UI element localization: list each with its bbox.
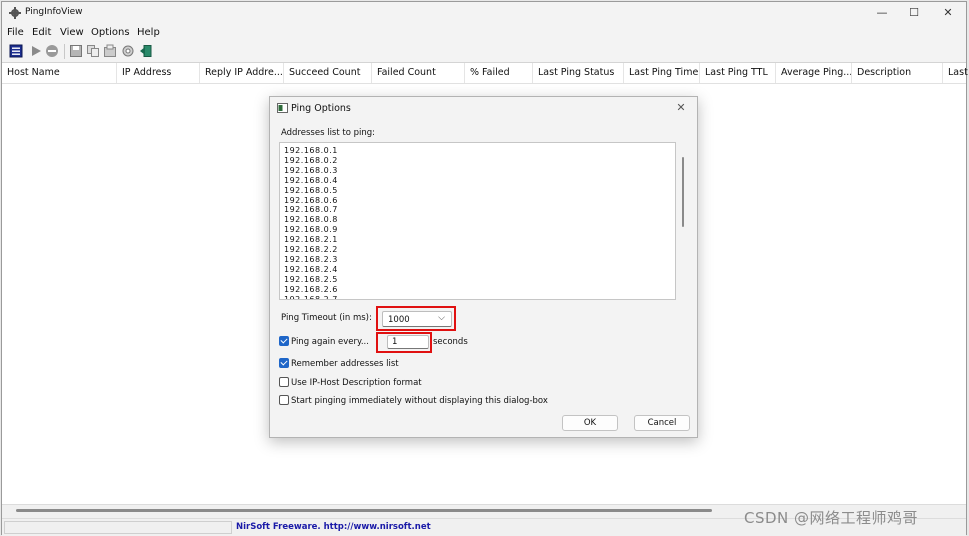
menu-view[interactable]: View — [60, 27, 84, 38]
app-icon — [9, 7, 21, 19]
play-icon[interactable] — [29, 44, 43, 58]
address-line: 192.168.2.7 — [284, 294, 338, 300]
addresses-label: Addresses list to ping: — [281, 128, 376, 138]
column-last-ping-ttl[interactable]: Last Ping TTL — [700, 63, 776, 83]
address-line: 192.168.0.8 — [284, 215, 338, 225]
column-description[interactable]: Description — [852, 63, 943, 83]
column-last-ping-status[interactable]: Last Ping Status — [533, 63, 624, 83]
cancel-button[interactable]: Cancel — [634, 415, 690, 431]
interval-highlight-box — [376, 332, 432, 353]
address-line: 192.168.0.9 — [284, 225, 338, 235]
exit-icon[interactable] — [139, 44, 153, 58]
toolbar-separator — [64, 44, 65, 59]
address-line: 192.168.0.4 — [284, 175, 338, 185]
window-title: PingInfoView — [25, 7, 83, 17]
address-line: 192.168.0.2 — [284, 155, 338, 165]
address-line: 192.168.0.3 — [284, 165, 338, 175]
seconds-label: seconds — [433, 337, 468, 347]
status-cell-count — [4, 521, 232, 534]
options-icon[interactable] — [121, 44, 135, 58]
address-line: 192.168.0.1 — [284, 146, 338, 155]
menu-bar: File Edit View Options Help — [2, 25, 966, 41]
html-report-icon[interactable] — [103, 44, 117, 58]
column-ip-address[interactable]: IP Address — [117, 63, 200, 83]
ping-again-label: Ping again every... — [291, 337, 369, 347]
start-immediately-label: Start pinging immediately without displa… — [291, 396, 548, 406]
stop-icon[interactable] — [45, 44, 59, 58]
address-line: 192.168.0.5 — [284, 185, 338, 195]
remember-addresses-label: Remember addresses list — [291, 359, 399, 369]
save-icon[interactable] — [69, 44, 83, 58]
addresses-scrollbar-thumb[interactable] — [682, 157, 684, 227]
addresses-list: 192.168.0.1 192.168.0.2 192.168.0.3 192.168… — [284, 146, 338, 300]
ok-button[interactable]: OK — [562, 415, 618, 431]
maximize-button[interactable]: ☐ — [897, 4, 931, 22]
start-immediately-checkbox[interactable] — [279, 395, 289, 405]
address-line: 192.168.2.5 — [284, 274, 338, 284]
copy-icon[interactable] — [86, 44, 100, 58]
ping-options-dialog: Ping Options ✕ Addresses list to ping: 1… — [269, 96, 698, 438]
column-average-ping[interactable]: Average Ping... — [776, 63, 852, 83]
properties-icon[interactable] — [9, 44, 23, 58]
watermark: CSDN @网络工程师鸡哥 — [744, 509, 919, 527]
column-reply-ip[interactable]: Reply IP Addre... — [200, 63, 284, 83]
timeout-highlight-box — [376, 306, 456, 331]
dialog-close-button[interactable]: ✕ — [671, 100, 691, 116]
column-percent-failed[interactable]: % Failed — [465, 63, 533, 83]
addresses-textarea[interactable]: 192.168.0.1 192.168.0.2 192.168.0.3 192.168… — [279, 142, 676, 300]
nirsoft-link[interactable]: NirSoft Freeware. http://www.nirsoft.net — [236, 522, 431, 532]
ping-again-checkbox[interactable] — [279, 336, 289, 346]
address-line: 192.168.2.3 — [284, 254, 338, 264]
toolbar — [2, 41, 966, 63]
column-header: Host Name IP Address Reply IP Addre... S… — [2, 63, 968, 84]
menu-file[interactable]: File — [7, 27, 24, 38]
menu-options[interactable]: Options — [91, 27, 130, 38]
timeout-label: Ping Timeout (in ms): — [281, 313, 372, 323]
address-line: 192.168.2.1 — [284, 235, 338, 245]
column-succeed-count[interactable]: Succeed Count — [284, 63, 372, 83]
address-line: 192.168.2.6 — [284, 284, 338, 294]
column-failed-count[interactable]: Failed Count — [372, 63, 465, 83]
dialog-title: Ping Options — [291, 103, 351, 114]
minimize-button[interactable]: — — [865, 4, 899, 22]
menu-help[interactable]: Help — [137, 27, 160, 38]
title-bar: PingInfoView — ☐ ✕ — [2, 2, 966, 25]
menu-edit[interactable]: Edit — [32, 27, 51, 38]
address-line: 192.168.0.7 — [284, 205, 338, 215]
column-last-ping-time[interactable]: Last Ping Time — [624, 63, 700, 83]
close-button[interactable]: ✕ — [931, 4, 965, 22]
column-last[interactable]: Last — [943, 63, 968, 83]
use-iphost-checkbox[interactable] — [279, 377, 289, 387]
dialog-icon — [277, 103, 288, 113]
horizontal-scrollbar-thumb[interactable] — [16, 509, 712, 512]
use-iphost-label: Use IP-Host Description format — [291, 378, 422, 388]
remember-addresses-checkbox[interactable] — [279, 358, 289, 368]
address-line: 192.168.2.2 — [284, 245, 338, 255]
column-host-name[interactable]: Host Name — [2, 63, 117, 83]
address-line: 192.168.2.4 — [284, 264, 338, 274]
address-line: 192.168.0.6 — [284, 195, 338, 205]
